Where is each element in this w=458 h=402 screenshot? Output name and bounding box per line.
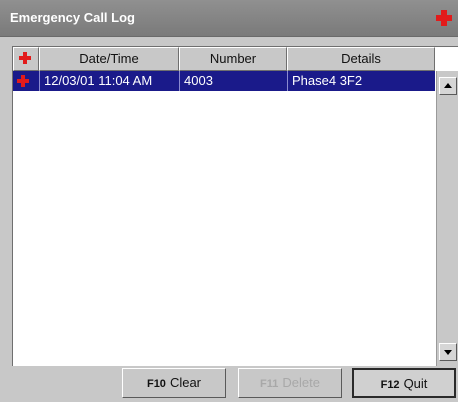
- column-header-number[interactable]: Number: [179, 47, 287, 71]
- cell-datetime: 12/03/01 11:04 AM: [39, 71, 179, 91]
- clear-label: Clear: [169, 375, 202, 390]
- red-cross-icon: [19, 52, 31, 64]
- quit-button[interactable]: F12 Quit: [352, 368, 456, 398]
- clear-key-label: F10: [146, 378, 166, 390]
- delete-key-label: F11: [260, 378, 279, 390]
- scroll-down-button[interactable]: [439, 343, 457, 361]
- table-header: Date/Time Number Details: [13, 47, 435, 71]
- column-header-icon[interactable]: [13, 47, 39, 71]
- vertical-scrollbar[interactable]: [436, 71, 458, 367]
- column-header-datetime[interactable]: Date/Time: [39, 47, 179, 71]
- delete-button[interactable]: F11 Delete: [238, 368, 342, 398]
- row-icon-cell: [13, 71, 39, 91]
- quit-label: Quit: [403, 376, 428, 391]
- table-row[interactable]: 12/03/01 11:04 AM 4003 Phase4 3F2: [13, 71, 435, 91]
- title-bar: Emergency Call Log: [0, 0, 458, 37]
- call-log-table: Date/Time Number Details 12/03/01 11:04 …: [12, 46, 458, 367]
- arrow-down-icon: [444, 350, 452, 355]
- column-header-details[interactable]: Details: [287, 47, 435, 71]
- arrow-up-icon: [444, 83, 452, 88]
- cell-number: 4003: [179, 71, 287, 91]
- window-title: Emergency Call Log: [10, 10, 135, 25]
- emergency-call-log-window: Emergency Call Log Date/Time Number Deta…: [0, 0, 458, 402]
- red-cross-icon: [436, 10, 452, 26]
- scroll-up-button[interactable]: [439, 77, 457, 95]
- cell-details: Phase4 3F2: [287, 71, 435, 91]
- delete-label: Delete: [282, 375, 320, 390]
- clear-button[interactable]: F10 Clear: [122, 368, 226, 398]
- function-key-bar: F10 Clear F11 Delete F12 Quit: [0, 366, 458, 402]
- red-cross-icon: [17, 75, 29, 87]
- quit-key-label: F12: [380, 379, 400, 391]
